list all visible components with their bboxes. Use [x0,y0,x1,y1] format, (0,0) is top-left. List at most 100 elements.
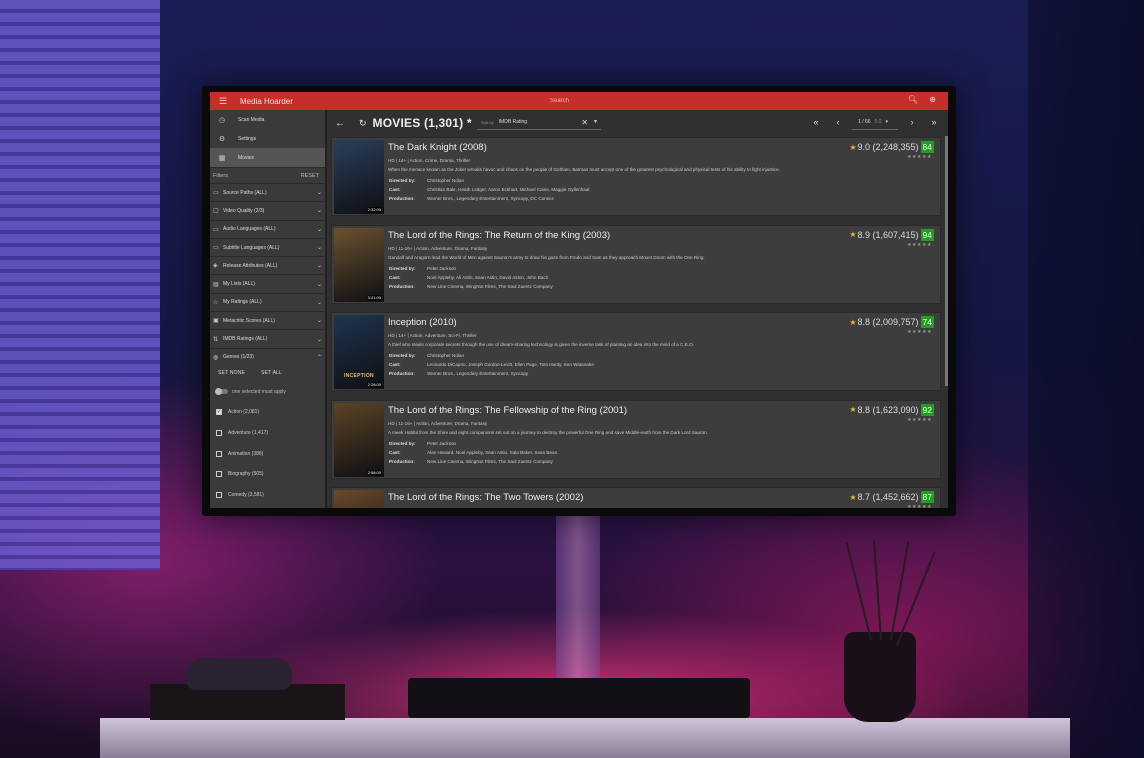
checkbox-icon[interactable] [216,471,222,478]
credit-key: Cast: [389,362,401,367]
director-value[interactable]: Peter Jackson [427,441,456,446]
cast-value[interactable]: Leonardo DiCaprio, Joseph Gordon-Levitt,… [427,362,594,367]
cast-value[interactable]: Alan Howard, Noel Appleby, Sean Astin, S… [427,450,557,455]
filter-release-attributes[interactable]: ◈ Release Attributes (ALL) ⌄ [210,256,325,274]
movie-card[interactable]: 3:21:00 The Lord of the Rings: The Retur… [331,224,941,304]
movie-title[interactable]: The Lord of the Rings: The Fellowship of… [388,405,627,416]
credit-key: Production: [389,458,415,464]
movie-poster[interactable]: 2:32:00 [334,140,384,214]
genre-item-comedy[interactable]: Comedy (3,581) [210,485,325,506]
movie-poster[interactable]: 2:58:00 [334,402,384,477]
filter-label: My Lists (ALL) [223,281,255,288]
user-rating-stars-icon[interactable]: ★★★★★ [907,154,932,160]
production-value[interactable]: New Line Cinema, WingNut Films, The Saul… [427,284,553,289]
movie-card[interactable]: 2:32:00 The Dark Knight (2008) ★ 9.0 (2,… [331,137,941,216]
filter-label: IMDB Ratings (ALL) [223,336,268,343]
movie-title[interactable]: The Lord of the Rings: The Return of the… [388,230,610,241]
metacritic-icon: ▣ [213,318,219,325]
nav-movies[interactable]: ▦ Movies [210,148,325,167]
checkbox-icon[interactable] [216,492,222,499]
filter-audio-languages[interactable]: ▭ Audio Languages (ALL) ⌄ [210,219,325,238]
refresh-icon[interactable]: ↻ [359,118,367,129]
filter-source-paths[interactable]: ▭ Source Paths (ALL) ⌄ [210,183,325,201]
set-none-button[interactable]: SET NONE [218,370,245,382]
user-rating-stars-icon[interactable]: ★★★★★ [907,417,932,423]
clear-icon[interactable]: ✕ [581,118,588,127]
imdb-rating: 8.8 (2,009,757) [857,317,919,327]
menu-icon[interactable]: ☰ [216,96,230,107]
director-value[interactable]: Peter Jackson [427,266,456,271]
reset-filters-button[interactable]: RESET [301,173,319,179]
nav-settings[interactable]: ⚙ Settings [210,129,325,148]
genre-item-adventure[interactable]: Adventure (1,417) [210,423,325,444]
director-value[interactable]: Christopher Nolan [427,353,464,358]
scrollbar[interactable] [945,136,948,386]
main-content: ← ↻ MOVIES (1,301) * Sort by IMDB Rating… [327,110,948,508]
filter-imdb-ratings[interactable]: ⇅ IMDB Ratings (ALL) ⌄ [210,329,325,347]
filter-my-ratings[interactable]: ☆ My Ratings (ALL) ⌄ [210,292,325,311]
genre-item-animation[interactable]: Animation (386) [210,443,325,464]
first-page-icon[interactable]: « [808,115,824,130]
cast-value[interactable]: Noel Appleby, Ali Astin, Sean Astin, Dav… [427,275,548,280]
page-select[interactable]: 1 / 66 5 0 ▾ [852,115,898,130]
prev-page-icon[interactable]: ‹ [830,115,846,130]
sort-select[interactable]: Sort by IMDB Rating ✕ ▼ [477,115,601,130]
movie-runtime: 2:28:00 [366,382,382,387]
account-icon[interactable]: ⊕ [929,95,936,104]
filter-video-quality[interactable]: ▢ Video Quality (2/3) ⌄ [210,201,325,219]
filters-header: Filters RESET [210,167,325,183]
next-page-icon[interactable]: › [904,115,920,130]
user-rating-stars-icon[interactable]: ★★★★★ [907,242,932,248]
production-value[interactable]: Warner Bros., Legendary Entertainment, S… [427,196,554,201]
chevron-down-icon: ⌄ [316,245,322,252]
toggle-switch[interactable] [215,388,228,396]
user-rating-stars-icon[interactable]: ★★★★★ [907,329,932,335]
nav-scan-media[interactable]: ◷ Scan Media [210,110,325,129]
filter-genres[interactable]: ◍ Genres (1/23) ⌃ [210,347,325,366]
checkbox-checked-icon[interactable]: ✓ [216,409,222,416]
cast-value[interactable]: Christian Bale, Heath Ledger, Aaron Eckh… [427,187,589,192]
production-value[interactable]: Warner Bros., Legendary Entertainment, S… [427,371,528,376]
movie-poster[interactable]: 3:21:00 [334,227,384,302]
search-input[interactable] [550,95,890,107]
genre-label: Comedy (3,581) [228,492,264,499]
genre-apply-toggle[interactable]: one selected must apply [210,382,325,402]
movie-card[interactable]: INCEPTION 2:28:00 Inception (2010) ★ 8.8… [331,312,941,391]
directed-by-row: Directed by: Peter Jackson [389,441,456,446]
genre-item-action[interactable]: ✓ Action (2,081) [210,402,325,423]
checkbox-icon[interactable] [216,430,222,436]
search-icon[interactable]: 🔍︎ [908,95,918,104]
movie-title[interactable]: The Lord of the Rings: The Two Towers (2… [388,492,583,503]
subtitle-icon: ▭ [213,245,219,252]
star-icon: ★ [849,317,857,327]
imdb-rating: 8.7 (1,452,662) [857,492,919,502]
production-value[interactable]: New Line Cinema, WingNut Films, The Saul… [427,459,553,464]
dropdown-arrow-icon[interactable]: ▼ [593,119,598,125]
filter-label: Source Paths (ALL) [223,189,267,196]
movie-runtime: 2:32:00 [366,207,382,212]
set-all-button[interactable]: SET ALL [261,370,282,382]
checkbox-icon[interactable] [216,450,222,457]
credit-key: Cast: [389,274,401,280]
genre-item-biography[interactable]: Biography (505) [210,464,325,485]
metascore-badge: 74 [920,316,934,328]
movie-poster[interactable]: INCEPTION 2:28:00 [334,315,384,389]
filter-metacritic-scores[interactable]: ▣ Metacritic Scores (ALL) ⌄ [210,311,325,329]
movie-description: A thief who steals corporate secrets thr… [388,342,694,347]
app-screen: ☰ Media Hoarder 🔍︎ ⊕ ◷ Scan Media ⚙ Sett… [210,92,948,508]
star-icon: ★ [849,230,857,239]
filter-subtitle-languages[interactable]: ▭ Subtitle Languages (ALL) ⌄ [210,237,325,256]
filter-my-lists[interactable]: ▤ My Lists (ALL) ⌄ [210,274,325,292]
movie-title[interactable]: Inception (2010) [388,317,457,328]
chevron-down-icon: ⌄ [316,190,322,197]
director-value[interactable]: Christopher Nolan [427,178,464,183]
pagination: « ‹ 1 / 66 5 0 ▾ › » [808,115,942,130]
movie-poster[interactable] [334,490,384,508]
back-arrow-icon[interactable]: ← [335,118,345,129]
movie-title[interactable]: The Dark Knight (2008) [388,142,487,153]
movie-card[interactable]: The Lord of the Rings: The Two Towers (2… [331,487,941,508]
user-rating-stars-icon[interactable]: ★★★★★ [907,504,932,508]
sort-value: IMDB Rating [498,119,528,125]
last-page-icon[interactable]: » [926,115,942,130]
movie-card[interactable]: 2:58:00 The Lord of the Rings: The Fello… [331,399,941,479]
